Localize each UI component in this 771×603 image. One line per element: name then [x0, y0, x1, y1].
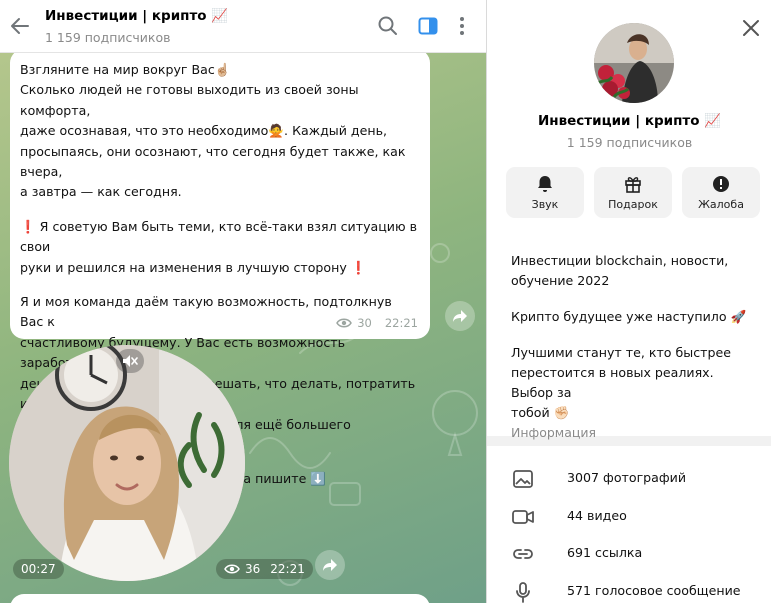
microphone-icon: [516, 582, 530, 603]
avatar-image: [594, 23, 674, 103]
video-time: 22:21: [270, 562, 305, 576]
description-line: Крипто будущее уже наступило 🚀: [511, 309, 747, 324]
info-label: Информация: [511, 425, 597, 440]
media-photos-row[interactable]: 3007 фотографий: [487, 460, 771, 498]
media-videos-label: 44 видео: [567, 508, 627, 523]
message-line: ❗ Я советую Вам быть теми, кто всё-таки …: [20, 218, 418, 255]
views-count: 30: [357, 315, 372, 330]
channel-info-panel: Инвестиции | крипто 📈 1 159 подписчиков …: [486, 0, 771, 603]
video-message[interactable]: [9, 345, 245, 581]
media-links-row[interactable]: 691 ссылка: [487, 535, 771, 573]
chat-header: Инвестиции | крипто 📈 1 159 подписчиков: [0, 0, 486, 53]
sidebar-toggle-icon[interactable]: [416, 14, 440, 38]
mute-toggle[interactable]: [116, 349, 144, 373]
message-line: просыпаясь, они осознают, что сегодня бу…: [20, 143, 406, 180]
media-links-label: 691 ссылка: [567, 545, 643, 560]
photo-icon: [513, 470, 533, 488]
views-eye-icon: [336, 318, 353, 328]
muted-speaker-icon: [123, 355, 138, 367]
close-icon[interactable]: [740, 17, 762, 39]
media-voice-row[interactable]: 571 голосовое сообщение: [487, 573, 771, 603]
video-duration-text: 00:27: [21, 562, 56, 576]
report-icon: [713, 175, 729, 192]
sound-button[interactable]: Звук: [506, 167, 584, 218]
video-views-count: 36: [245, 562, 261, 576]
panel-channel-title: Инвестиции | крипто 📈: [537, 113, 722, 129]
description-line: Инвестиции blockchain, новости,: [511, 253, 729, 268]
back-arrow-icon[interactable]: [8, 14, 32, 38]
message-line: Сколько людей не готовы выходить из свое…: [20, 82, 359, 118]
chat-area[interactable]: Взгляните на мир вокруг Вас☝🏼 Сколько лю…: [0, 53, 486, 603]
forward-button[interactable]: [445, 301, 475, 331]
media-videos-row[interactable]: 44 видео: [487, 498, 771, 536]
link-icon: [513, 549, 533, 559]
description-line: Лучшими станут те, кто быстрее: [511, 345, 731, 360]
gift-button[interactable]: Подарок: [594, 167, 672, 218]
video-duration: 00:27: [13, 559, 64, 579]
video-meta: 36 22:21: [216, 559, 313, 579]
channel-title[interactable]: Инвестиции | крипто 📈: [45, 8, 228, 24]
sound-button-label: Звук: [531, 197, 559, 211]
message-bubble[interactable]: Взгляните на мир вокруг Вас☝🏼 Сколько лю…: [10, 53, 430, 486]
message-meta: 30 22:21: [336, 313, 418, 333]
video-icon: [512, 510, 534, 524]
message-line: а завтра — как сегодня.: [20, 184, 182, 200]
description-line: перестоится в новых реалиях. Выбор за: [511, 365, 714, 400]
channel-description: Инвестиции blockchain, новости, обучение…: [511, 251, 751, 443]
subscriber-count: 1 159 подписчиков: [45, 30, 171, 45]
gift-icon: [625, 176, 641, 193]
message-line: Взгляните на мир вокруг Вас☝🏼: [20, 62, 231, 77]
next-message-bubble[interactable]: [10, 594, 430, 603]
report-button[interactable]: Жалоба: [682, 167, 760, 218]
views-eye-icon: [224, 564, 240, 574]
description-line: тобой ✊🏻: [511, 405, 570, 420]
channel-avatar[interactable]: [594, 23, 674, 103]
panel-subscriber-count: 1 159 подписчиков: [566, 135, 693, 150]
forward-arrow-icon: [453, 310, 467, 322]
message-line: руки и решился на изменения в лучшую сто…: [20, 259, 367, 275]
message-time: 22:21: [384, 315, 418, 330]
video-frame-image: [9, 345, 245, 581]
forward-arrow-icon: [323, 559, 337, 571]
forward-button[interactable]: [315, 550, 345, 580]
report-button-label: Жалоба: [698, 197, 744, 211]
bell-icon: [538, 175, 552, 192]
media-photos-label: 3007 фотографий: [567, 470, 687, 485]
description-line: обучение 2022: [511, 273, 610, 288]
media-voice-label: 571 голосовое сообщение: [567, 583, 741, 598]
search-icon[interactable]: [376, 14, 400, 38]
more-menu-icon[interactable]: [450, 14, 474, 38]
message-line: даже осознавая, что это необходимо🙅. Каж…: [20, 123, 388, 139]
gift-button-label: Подарок: [608, 197, 658, 211]
